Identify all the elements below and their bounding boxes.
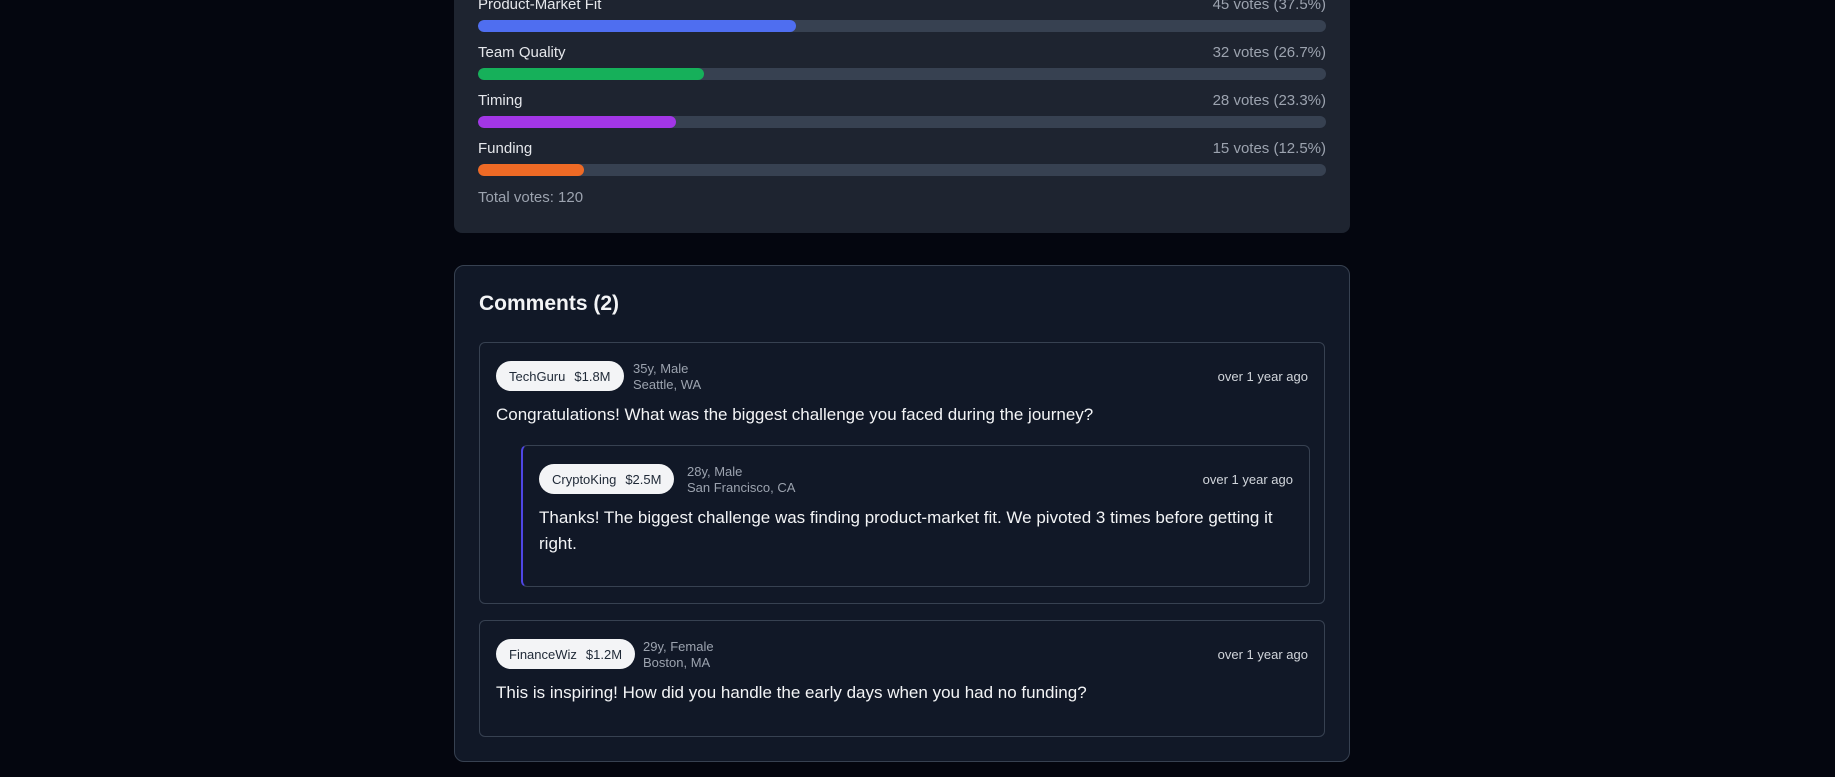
comments-section: Comments (2) TechGuru $1.8M 35y, Male Se… [454, 265, 1350, 762]
poll-progress-fill [478, 164, 584, 176]
comment-reply: CryptoKing $2.5M 28y, Male San Francisco… [521, 445, 1310, 587]
poll-option-votes: 28 votes (23.3%) [1212, 92, 1326, 109]
poll-progress-track [478, 164, 1326, 176]
poll-progress-fill [478, 116, 676, 128]
poll-option-team-quality: Team Quality 32 votes (26.7%) [478, 44, 1326, 80]
net-worth: $1.2M [585, 646, 623, 662]
user-meta: 29y, Female Boston, MA [643, 639, 714, 671]
net-worth: $2.5M [625, 471, 662, 487]
poll-results-card: Product-Market Fit 45 votes (37.5%) Team… [454, 0, 1350, 233]
comment-header: TechGuru $1.8M 35y, Male Seattle, WA ove… [496, 359, 1308, 393]
poll-option-votes: 32 votes (26.7%) [1212, 44, 1326, 61]
poll-option-label: Timing [478, 92, 523, 109]
comments-title: Comments (2) [479, 292, 620, 315]
poll-option-funding: Funding 15 votes (12.5%) [478, 140, 1326, 176]
comment-text: Thanks! The biggest challenge was findin… [539, 508, 1273, 553]
poll-progress-fill [478, 20, 796, 32]
username: TechGuru [509, 368, 566, 384]
user-badge[interactable]: CryptoKing $2.5M [539, 464, 675, 494]
poll-option-votes: 45 votes (37.5%) [1212, 0, 1326, 13]
comment-timestamp: over 1 year ago [1202, 472, 1293, 487]
comment-timestamp: over 1 year ago [1217, 647, 1308, 662]
comment-text: This is inspiring! How did you handle th… [496, 683, 1087, 702]
poll-option-label: Product-Market Fit [478, 0, 602, 13]
user-location: Boston, MA [643, 655, 711, 670]
poll-progress-fill [478, 68, 705, 80]
comment-header: CryptoKing $2.5M 28y, Male San Francisco… [539, 462, 1293, 496]
poll-total-votes: Total votes: 120 [478, 189, 584, 206]
user-location: San Francisco, CA [687, 480, 796, 495]
comment-header: FinanceWiz $1.2M 29y, Female Boston, MA … [496, 637, 1308, 671]
poll-progress-track [478, 116, 1326, 128]
poll-option-label: Funding [478, 140, 533, 157]
user-location: Seattle, WA [633, 377, 702, 392]
user-badge[interactable]: FinanceWiz $1.2M [496, 639, 636, 669]
poll-option-product-market-fit: Product-Market Fit 45 votes (37.5%) [478, 0, 1326, 32]
poll-progress-track [478, 68, 1326, 80]
poll-option-timing: Timing 28 votes (23.3%) [478, 92, 1326, 128]
user-demographics: 28y, Male [687, 464, 743, 479]
username: CryptoKing [552, 471, 617, 487]
user-meta: 28y, Male San Francisco, CA [687, 464, 795, 496]
comment-item: FinanceWiz $1.2M 29y, Female Boston, MA … [479, 620, 1325, 737]
user-badge[interactable]: TechGuru $1.8M [496, 361, 624, 391]
username: FinanceWiz [509, 646, 577, 662]
poll-option-label: Team Quality [478, 44, 566, 61]
user-demographics: 29y, Female [643, 639, 714, 654]
comment-item: TechGuru $1.8M 35y, Male Seattle, WA ove… [479, 342, 1325, 604]
user-meta: 35y, Male Seattle, WA [633, 361, 701, 393]
comment-timestamp: over 1 year ago [1217, 369, 1308, 384]
user-demographics: 35y, Male [633, 361, 689, 376]
net-worth: $1.8M [574, 368, 611, 384]
poll-progress-track [478, 20, 1326, 32]
comment-text: Congratulations! What was the biggest ch… [496, 405, 1094, 424]
poll-option-votes: 15 votes (12.5%) [1212, 140, 1326, 157]
